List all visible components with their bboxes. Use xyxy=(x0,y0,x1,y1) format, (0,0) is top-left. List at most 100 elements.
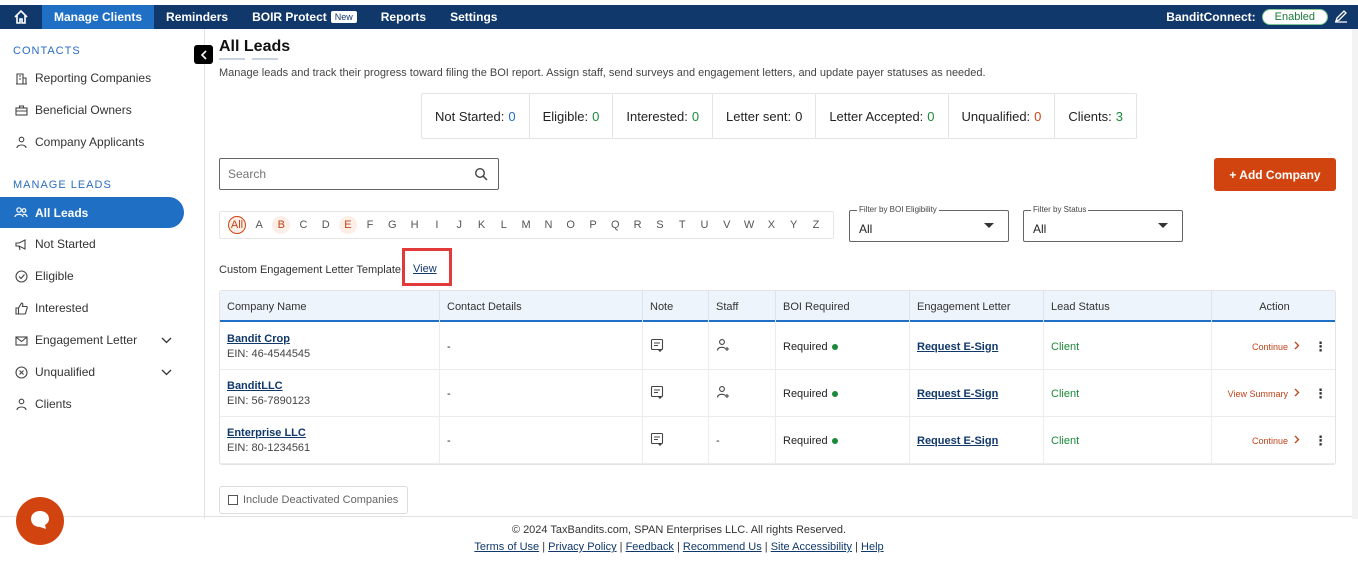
footer-link-terms[interactable]: Terms of Use xyxy=(474,541,539,553)
sidebar-item-all-leads[interactable]: All Leads xyxy=(0,197,184,228)
alpha-filter-s[interactable]: S xyxy=(649,219,671,231)
company-name-link[interactable]: BanditLLC xyxy=(227,380,439,392)
sidebar-item-label: Beneficial Owners xyxy=(35,103,132,117)
stat-label: Unqualified: xyxy=(961,108,1031,124)
stat-clients[interactable]: Clients: 3 xyxy=(1055,94,1136,138)
sidebar-item-engagement-letter[interactable]: Engagement Letter xyxy=(0,325,184,355)
manage-leads-section-header: MANAGE LEADS xyxy=(13,179,112,191)
search-icon[interactable] xyxy=(474,167,488,184)
alpha-filter-b[interactable]: B xyxy=(272,216,291,234)
request-esign-link[interactable]: Request E-Sign xyxy=(917,388,1043,400)
more-options-icon[interactable]: ⋮ xyxy=(1314,433,1327,449)
table-cell: Continue ⋮ xyxy=(1212,417,1335,464)
nav-reports[interactable]: Reports xyxy=(369,5,438,29)
alpha-filter-c[interactable]: C xyxy=(292,219,314,231)
stat-interested[interactable]: Interested: 0 xyxy=(613,94,714,138)
action-link[interactable]: Continue xyxy=(1252,341,1300,352)
stat-unqualified[interactable]: Unqualified: 0 xyxy=(949,94,1056,138)
stat-eligible[interactable]: Eligible: 0 xyxy=(530,94,614,138)
company-name-link[interactable]: Enterprise LLC xyxy=(227,427,439,439)
alpha-filter-w[interactable]: W xyxy=(738,219,760,231)
footer-link-feedback[interactable]: Feedback xyxy=(626,541,674,553)
sidebar-item-company-applicants[interactable]: Company Applicants xyxy=(0,127,184,157)
alpha-filter-f[interactable]: F xyxy=(359,219,381,231)
caret-down-icon xyxy=(1158,223,1168,228)
checkbox[interactable] xyxy=(228,495,238,505)
alpha-filter-o[interactable]: O xyxy=(560,219,582,231)
action-link[interactable]: Continue xyxy=(1252,435,1300,446)
alpha-filter-q[interactable]: Q xyxy=(604,219,626,231)
stat-letter-accepted[interactable]: Letter Accepted: 0 xyxy=(816,94,949,138)
stat-label: Letter Accepted: xyxy=(829,108,924,124)
alpha-filter-n[interactable]: N xyxy=(537,219,559,231)
table-cell: Bandit Crop EIN: 46-4544545 xyxy=(220,323,440,370)
home-icon[interactable] xyxy=(0,5,42,29)
note-icon[interactable] xyxy=(650,338,708,356)
sidebar-item-reporting-companies[interactable]: Reporting Companies xyxy=(0,63,184,93)
add-staff-icon[interactable] xyxy=(716,338,775,355)
nav-settings[interactable]: Settings xyxy=(438,5,509,29)
alpha-filter-l[interactable]: L xyxy=(493,219,515,231)
note-icon[interactable] xyxy=(650,432,708,450)
alpha-filter-j[interactable]: J xyxy=(448,219,470,231)
search-input[interactable] xyxy=(228,167,468,181)
alpha-filter-g[interactable]: G xyxy=(381,219,403,231)
collapse-sidebar-button[interactable] xyxy=(194,45,213,64)
bandit-connect-toggle[interactable]: Enabled xyxy=(1261,9,1328,25)
footer-link-recommend[interactable]: Recommend Us xyxy=(683,541,762,553)
alpha-filter-all[interactable]: All xyxy=(228,216,246,234)
chevron-down-icon[interactable] xyxy=(161,333,172,347)
chevron-down-icon[interactable] xyxy=(161,365,172,379)
alpha-filter-e[interactable]: E xyxy=(338,216,357,234)
nav-reminders[interactable]: Reminders xyxy=(154,5,240,29)
alpha-filter-y[interactable]: Y xyxy=(783,219,805,231)
alpha-filter-p[interactable]: P xyxy=(582,219,604,231)
stat-letter-sent[interactable]: Letter sent: 0 xyxy=(713,94,817,138)
stat-not-started[interactable]: Not Started: 0 xyxy=(422,94,530,138)
more-options-icon[interactable]: ⋮ xyxy=(1314,339,1327,355)
alpha-filter-t[interactable]: T xyxy=(671,219,693,231)
action-label: View Summary xyxy=(1227,388,1288,399)
table-cell: Client xyxy=(1044,370,1212,417)
alpha-filter-h[interactable]: H xyxy=(403,219,425,231)
table-cell: Required xyxy=(776,323,910,370)
action-link[interactable]: View Summary xyxy=(1228,388,1300,399)
alpha-filter-i[interactable]: I xyxy=(426,219,448,231)
sidebar-item-clients[interactable]: Clients xyxy=(0,389,184,419)
alpha-filter-x[interactable]: X xyxy=(760,219,782,231)
chat-button[interactable] xyxy=(16,497,64,545)
footer-link-accessibility[interactable]: Site Accessibility xyxy=(771,541,852,553)
sidebar-item-beneficial-owners[interactable]: Beneficial Owners xyxy=(0,95,184,125)
edit-icon[interactable] xyxy=(1334,9,1348,26)
footer-link-help[interactable]: Help xyxy=(861,541,884,553)
status-filter[interactable]: Filter by Status All xyxy=(1023,205,1183,242)
title-decoration xyxy=(252,58,278,60)
request-esign-link[interactable]: Request E-Sign xyxy=(917,341,1043,353)
footer-link-privacy[interactable]: Privacy Policy xyxy=(548,541,616,553)
alpha-filter-u[interactable]: U xyxy=(693,219,715,231)
stat-value: 0 xyxy=(795,108,803,124)
note-icon[interactable] xyxy=(650,385,708,403)
sidebar-item-eligible[interactable]: Eligible xyxy=(0,261,184,291)
include-deactivated-toggle[interactable]: Include Deactivated Companies xyxy=(219,486,408,514)
nav-manage-clients[interactable]: Manage Clients xyxy=(42,5,155,29)
company-name-link[interactable]: Bandit Crop xyxy=(227,333,439,345)
alpha-filter-k[interactable]: K xyxy=(470,219,492,231)
stat-value: 0 xyxy=(592,108,600,124)
boi-eligibility-filter[interactable]: Filter by BOI Eligibility All xyxy=(849,205,1009,242)
sidebar-item-unqualified[interactable]: Unqualified xyxy=(0,357,184,387)
nav-boir-protect[interactable]: BOIR Protect New xyxy=(240,5,369,29)
alpha-filter-v[interactable]: V xyxy=(716,219,738,231)
request-esign-link[interactable]: Request E-Sign xyxy=(917,435,1043,447)
alpha-filter-m[interactable]: M xyxy=(515,219,537,231)
scrollbar[interactable] xyxy=(1352,29,1358,519)
add-staff-icon[interactable] xyxy=(716,385,775,402)
alpha-filter-d[interactable]: D xyxy=(315,219,337,231)
add-company-button[interactable]: + Add Company xyxy=(1214,158,1336,191)
alpha-filter-r[interactable]: R xyxy=(626,219,648,231)
alpha-filter-z[interactable]: Z xyxy=(805,219,827,231)
more-options-icon[interactable]: ⋮ xyxy=(1314,386,1327,402)
sidebar-item-interested[interactable]: Interested xyxy=(0,293,184,323)
sidebar-item-not-started[interactable]: Not Started xyxy=(0,229,184,259)
alpha-filter-a[interactable]: A xyxy=(248,219,270,231)
